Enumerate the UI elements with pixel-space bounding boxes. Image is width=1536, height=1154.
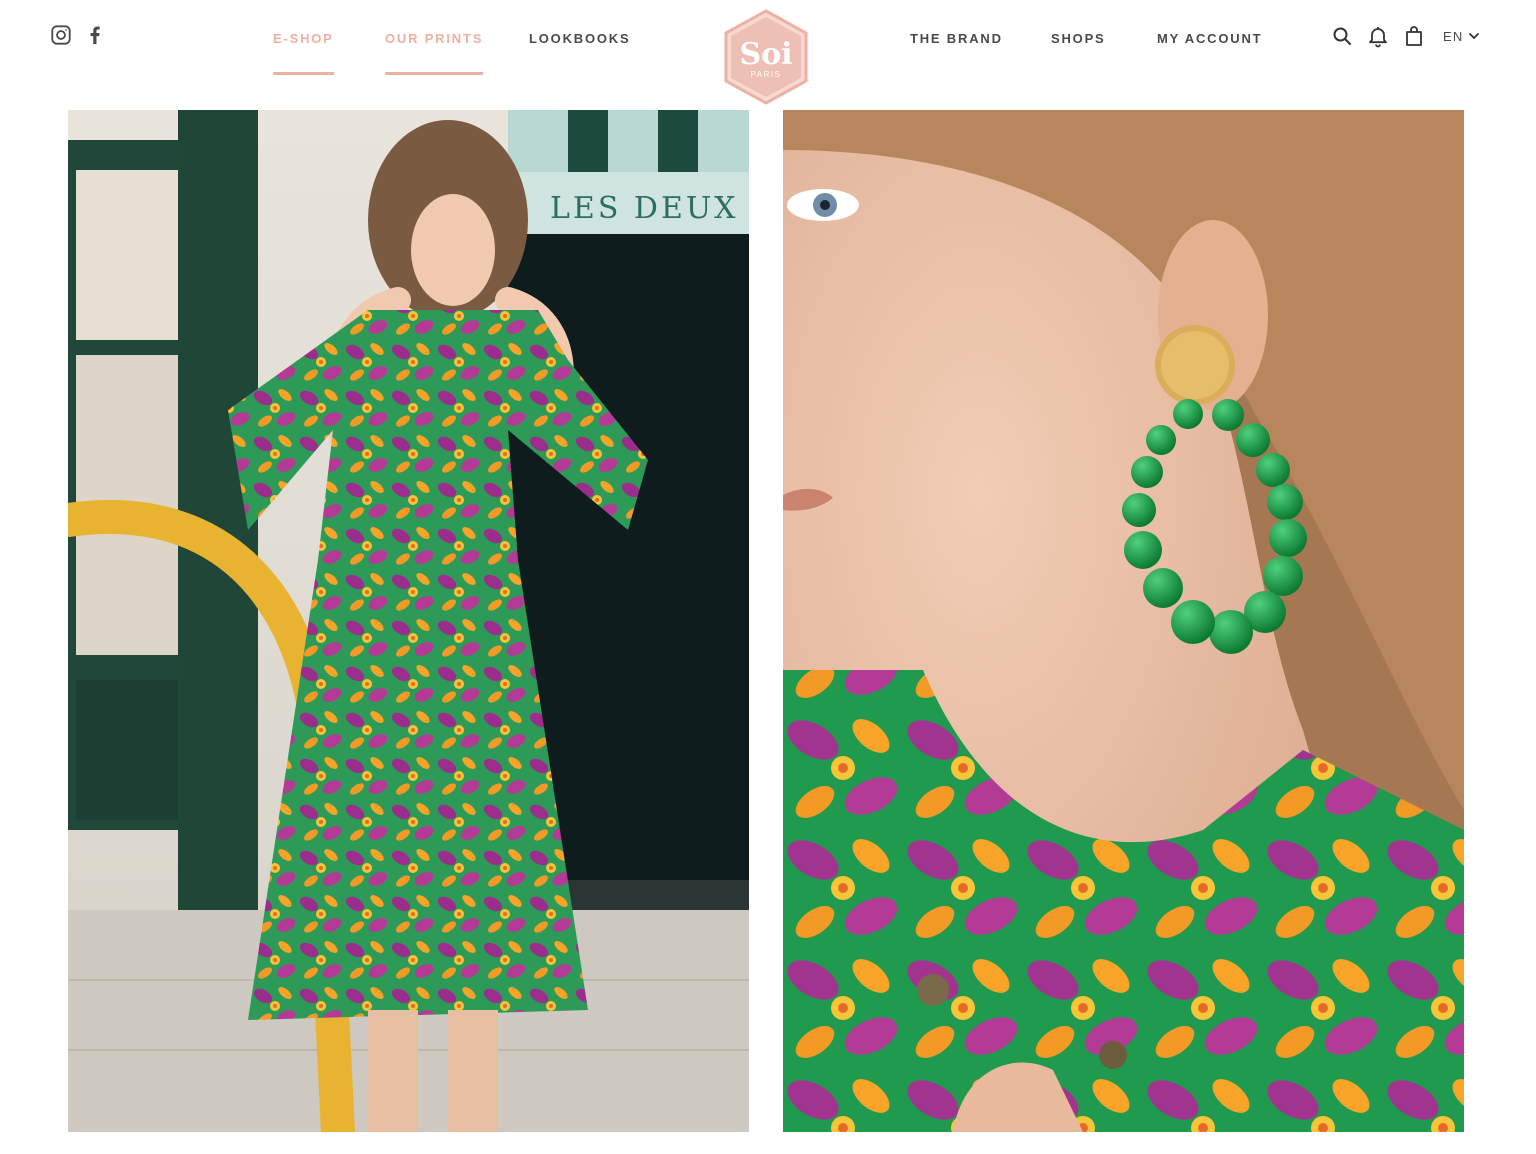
instagram-icon (51, 25, 71, 45)
nav-lookbooks[interactable]: LOOKBOOKS (529, 31, 630, 46)
header-tools: EN (1330, 24, 1480, 48)
notifications-button[interactable] (1366, 24, 1390, 48)
facebook-link[interactable] (84, 24, 106, 46)
nav-the-brand[interactable]: THE BRAND (910, 31, 1003, 46)
nav-our-prints[interactable]: OUR PRINTS (385, 31, 484, 75)
lookbook-photo-dress[interactable]: LES DEUX (68, 110, 749, 1132)
search-button[interactable] (1330, 24, 1354, 48)
lookbook-photo-earring[interactable] (783, 110, 1464, 1132)
nav-my-account[interactable]: MY ACCOUNT (1157, 31, 1262, 46)
language-selector[interactable]: EN (1443, 29, 1480, 44)
language-label: EN (1443, 28, 1464, 44)
logo-sub: PARIS (751, 70, 782, 79)
facebook-icon (90, 26, 100, 45)
earring-photo-illustration (783, 110, 1464, 1132)
bell-icon (1369, 27, 1387, 48)
nav-shops[interactable]: SHOPS (1051, 31, 1106, 46)
dress-photo-illustration: LES DEUX (68, 110, 749, 1132)
brand-logo[interactable]: Soi PARIS (721, 8, 811, 106)
shop-sign-text: LES DEUX (550, 191, 739, 226)
logo-hexagon: Soi PARIS (724, 9, 808, 105)
site-header: E-SHOP OUR PRINTS LOOKBOOKS Soi PARIS TH… (0, 0, 1536, 110)
chevron-down-icon (1469, 33, 1480, 40)
search-icon (1333, 27, 1351, 45)
cart-button[interactable] (1402, 24, 1426, 48)
logo-brand: Soi (739, 37, 792, 72)
instagram-link[interactable] (50, 24, 72, 46)
social-links (50, 24, 106, 46)
shopping-bag-icon (1406, 26, 1422, 46)
nav-e-shop[interactable]: E-SHOP (273, 31, 334, 75)
